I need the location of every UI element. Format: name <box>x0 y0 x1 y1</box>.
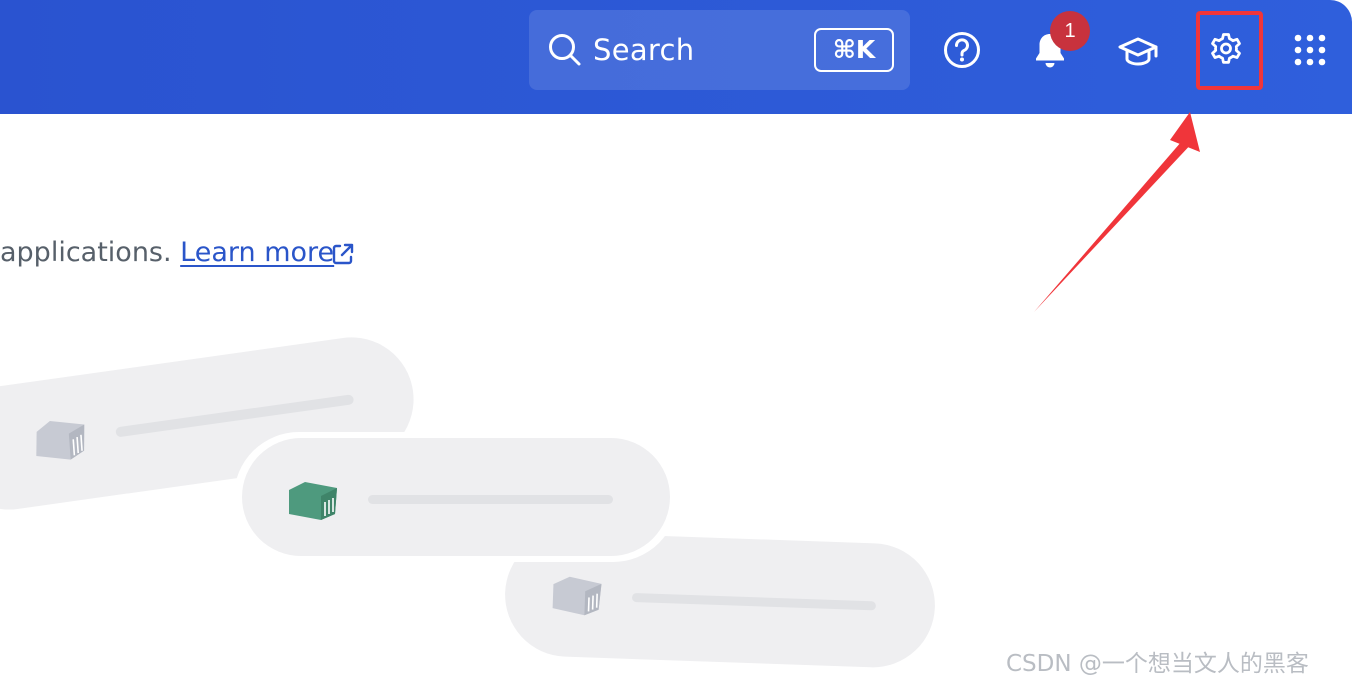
question-circle-icon <box>944 32 980 68</box>
search-icon <box>549 34 581 66</box>
help-button[interactable] <box>938 26 986 74</box>
description-text: applications. <box>0 237 181 268</box>
top-navigation-bar: Search ⌘K 1 <box>0 0 1352 114</box>
settings-highlight-box <box>1196 11 1263 90</box>
page-description: applications. Learn more <box>0 237 334 268</box>
search-bar[interactable]: Search ⌘K <box>529 10 910 90</box>
notification-count-badge: 1 <box>1050 11 1090 51</box>
external-link-icon[interactable] <box>330 241 356 267</box>
learn-more-link[interactable]: Learn more <box>180 237 334 268</box>
empty-state-illustration <box>0 337 935 668</box>
grid-icon <box>1294 34 1326 66</box>
search-label: Search <box>593 33 695 67</box>
watermark: CSDN @一个想当文人的黑客 <box>1006 651 1309 677</box>
graduation-cap-icon <box>1118 37 1158 66</box>
learning-center-button[interactable] <box>1114 26 1162 74</box>
annotation-arrow-icon <box>1034 112 1200 312</box>
apps-button[interactable] <box>1286 26 1334 74</box>
search-shortcut: ⌘K <box>814 28 894 72</box>
